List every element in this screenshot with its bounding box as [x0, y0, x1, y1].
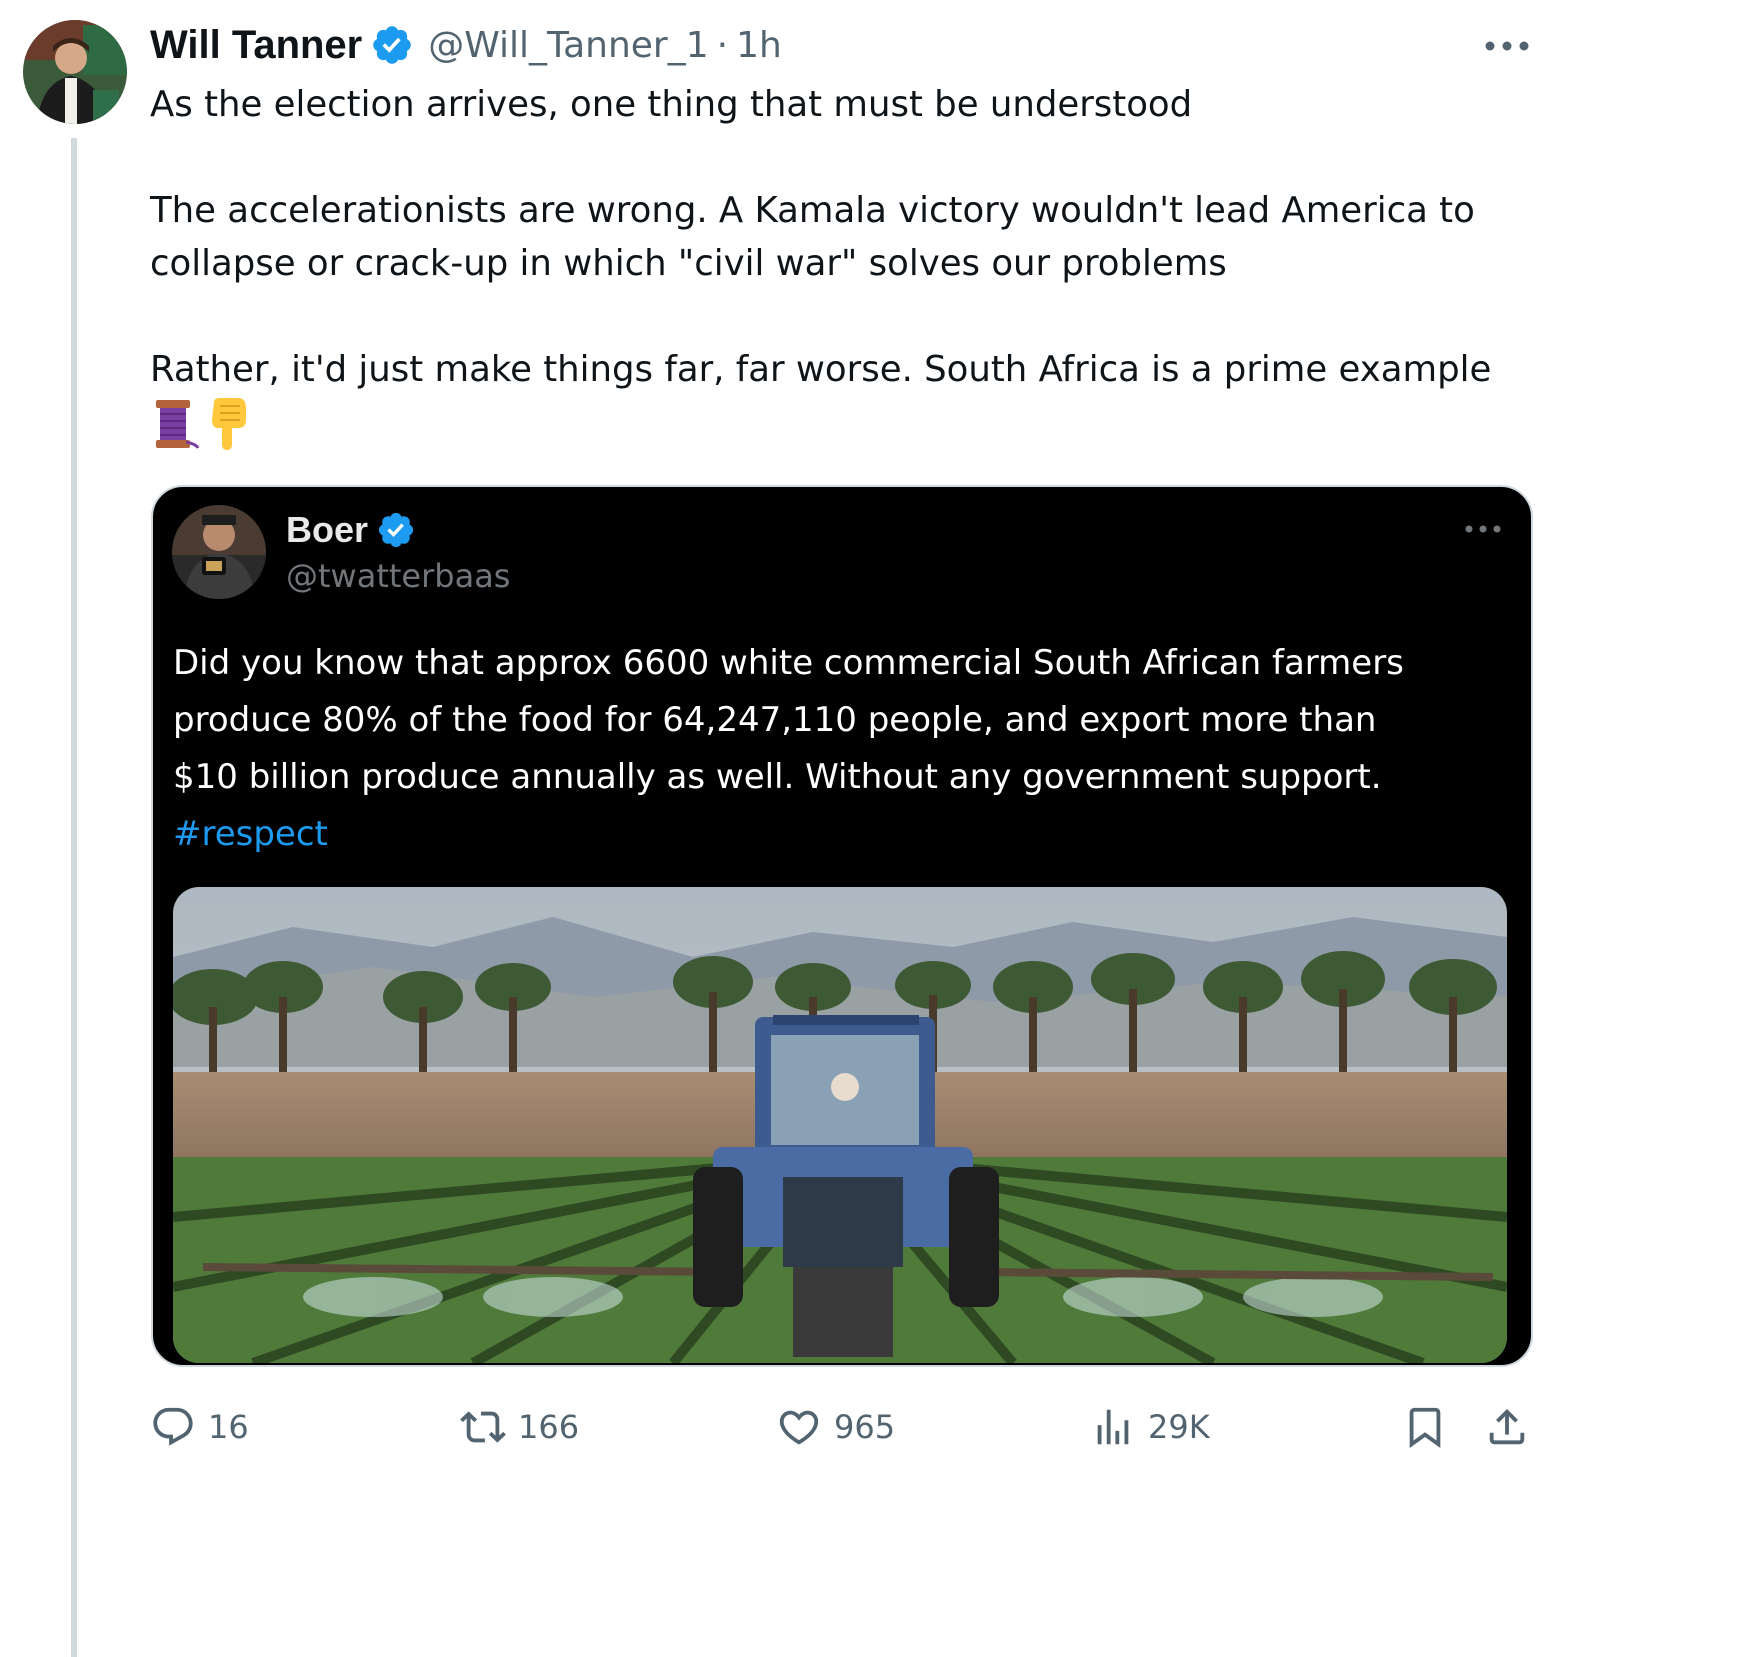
tweet-text-line: Rather, it'd just make things far, far w…: [150, 349, 1492, 390]
tweet-text-line: As the election arrives, one thing that …: [150, 84, 1193, 125]
quoted-tweet-card[interactable]: Boer @twatterbaas Did you know that appr…: [151, 485, 1533, 1367]
more-options-icon[interactable]: [1484, 36, 1530, 56]
quoted-text-line: $10 billion produce annually as well. Wi…: [173, 757, 1382, 797]
repost-icon: [460, 1411, 506, 1443]
author-display-name[interactable]: Will Tanner: [150, 23, 362, 68]
bookmark-icon: [1409, 1407, 1441, 1448]
hashtag-link[interactable]: #respect: [173, 814, 328, 854]
author-handle[interactable]: @Will_Tanner_1: [428, 25, 708, 66]
tweet-text-line: The accelerationists are wrong. A Kamala…: [150, 190, 1475, 231]
thread-spool-icon: [156, 400, 200, 449]
quoted-author-handle[interactable]: @twatterbaas: [286, 557, 510, 595]
quoted-tweet-body: Did you know that approx 6600 white comm…: [173, 635, 1513, 863]
verified-badge-icon: [373, 26, 412, 64]
quoted-author-avatar[interactable]: [172, 505, 266, 599]
share-button[interactable]: [1484, 1402, 1530, 1452]
tweet-emojis: [150, 398, 250, 450]
tweet-text-line: collapse or crack-up in which "civil war…: [150, 243, 1227, 284]
like-button[interactable]: 965: [776, 1402, 895, 1452]
pointing-down-icon: [212, 398, 246, 450]
separator-dot: ·: [716, 24, 729, 66]
tweet-header: Will Tanner @Will_Tanner_1 · 1h: [150, 20, 782, 70]
views-button[interactable]: 29K: [1090, 1402, 1210, 1452]
tweet-action-bar: 16 166 965 29K: [0, 1402, 1763, 1452]
quoted-more-options-icon[interactable]: [1464, 522, 1502, 536]
bookmark-button[interactable]: [1402, 1402, 1448, 1452]
heart-icon: [779, 1410, 819, 1445]
tweet-timestamp[interactable]: 1h: [736, 25, 782, 66]
views-count: 29K: [1148, 1408, 1210, 1446]
quoted-text-line: Did you know that approx 6600 white comm…: [173, 643, 1404, 683]
views-analytics-icon: [1097, 1409, 1129, 1445]
quoted-tweet-media-image[interactable]: [173, 887, 1507, 1363]
like-count: 965: [834, 1408, 896, 1446]
quoted-author-display-name[interactable]: Boer: [286, 509, 368, 551]
repost-count: 166: [518, 1408, 580, 1446]
repost-button[interactable]: 166: [460, 1402, 579, 1452]
reply-button[interactable]: 16: [150, 1402, 249, 1452]
reply-count: 16: [208, 1408, 249, 1446]
tweet-body: As the election arrives, one thing that …: [150, 78, 1540, 396]
quoted-author-name-row: Boer: [286, 509, 416, 551]
quoted-text-line: produce 80% of the food for 64,247,110 p…: [173, 700, 1377, 740]
reply-icon: [153, 1407, 193, 1446]
verified-badge-icon: [378, 512, 414, 548]
share-icon: [1489, 1408, 1525, 1445]
author-avatar[interactable]: [23, 20, 127, 124]
